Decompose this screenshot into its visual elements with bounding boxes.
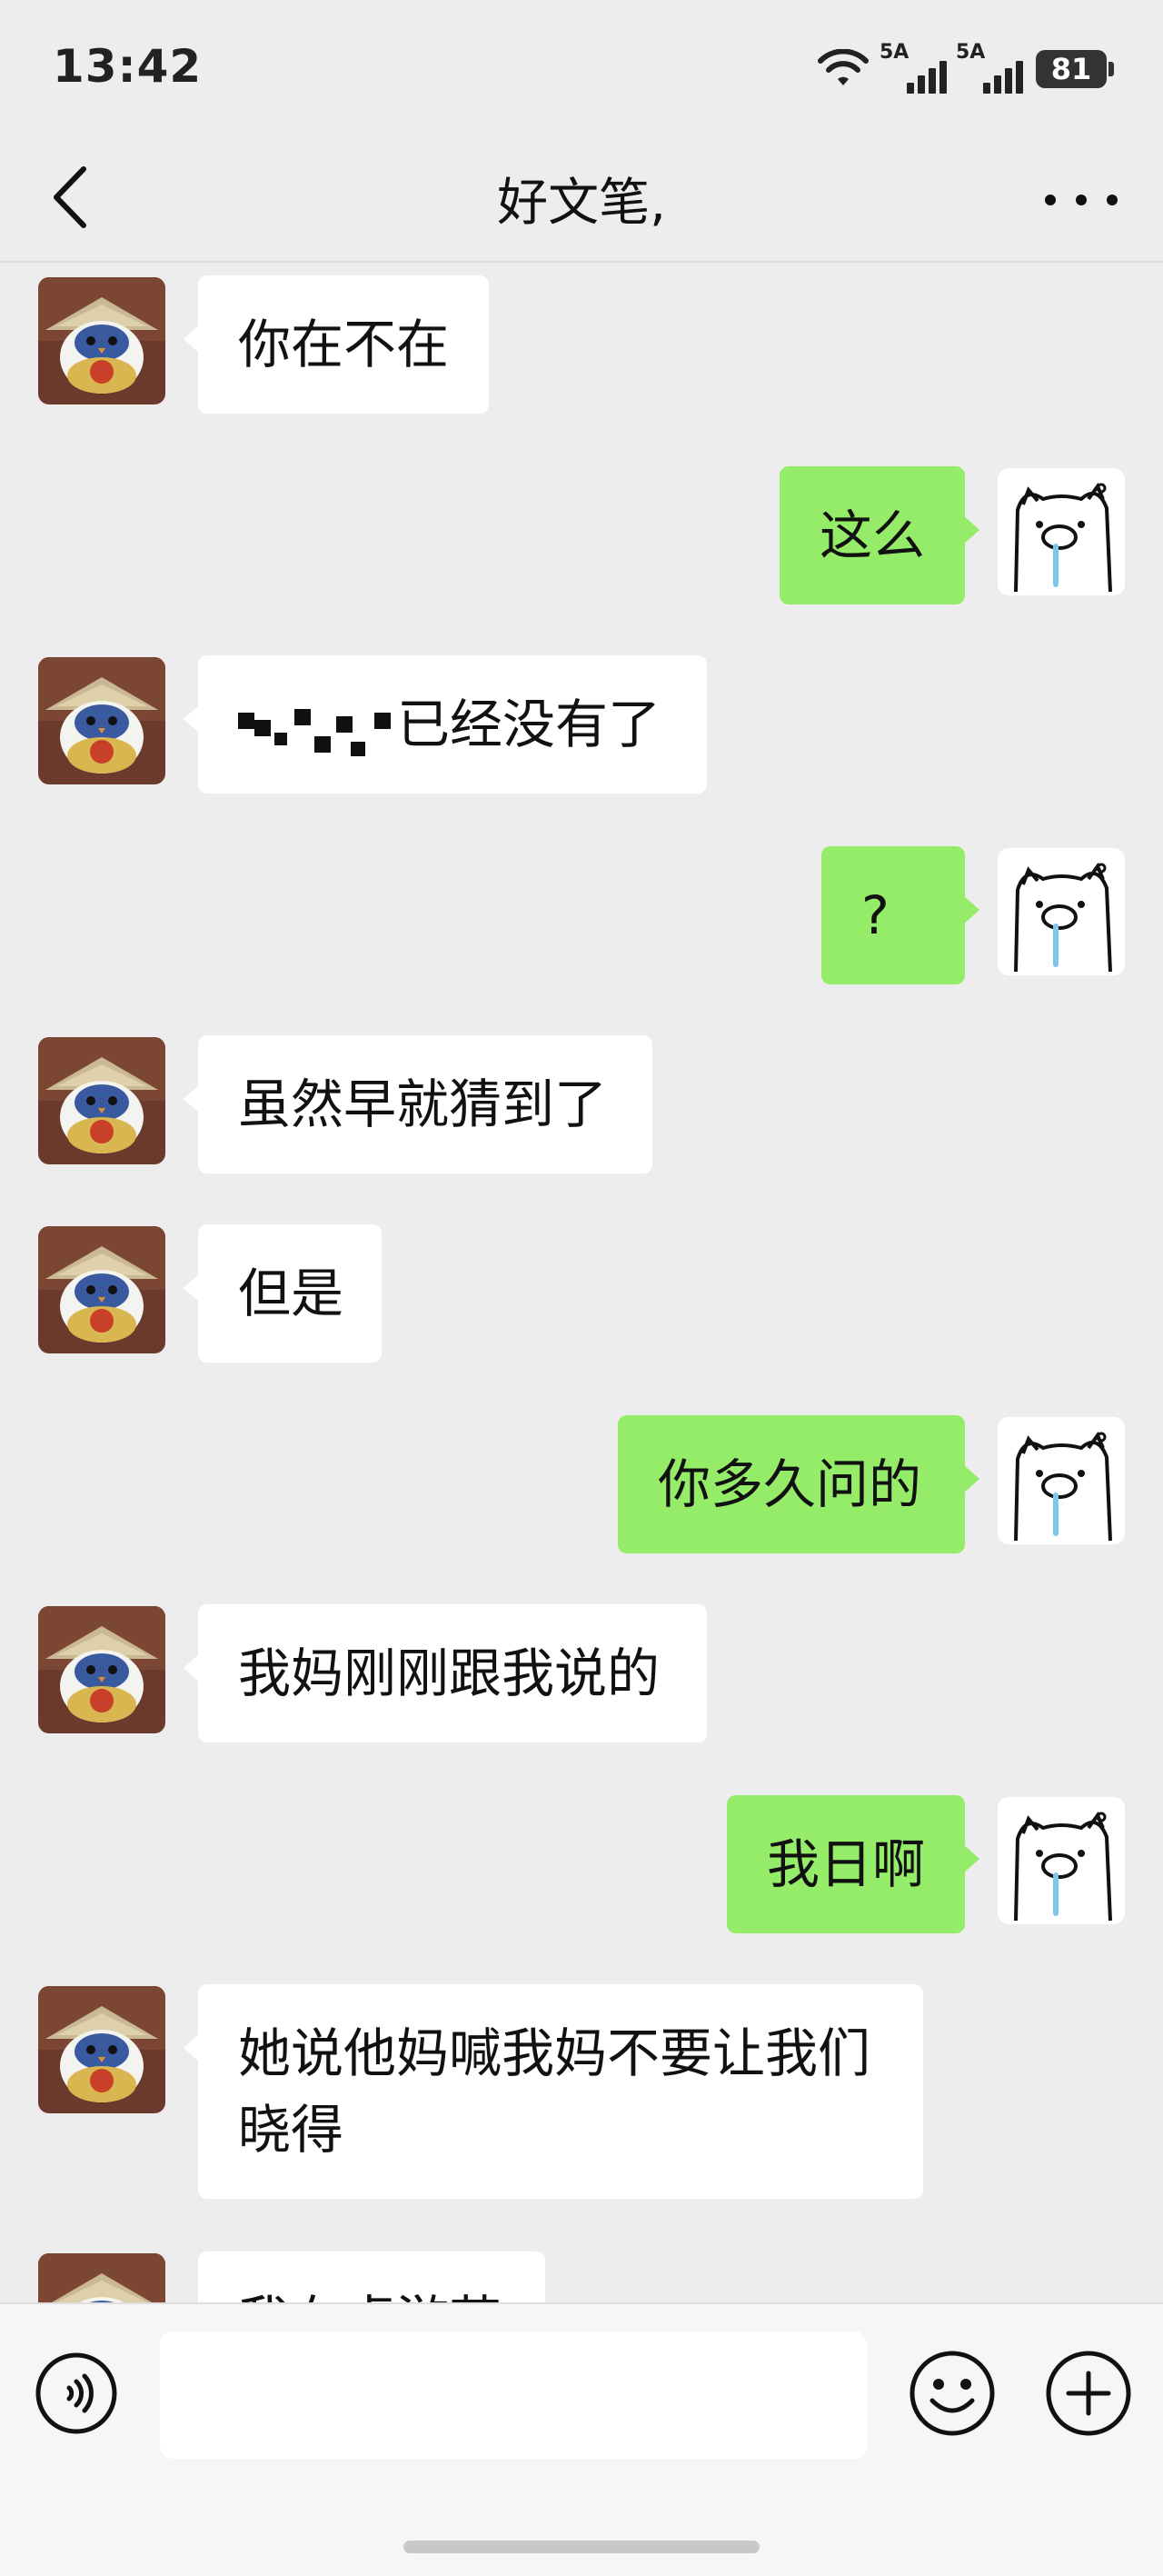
message-row: 虽然早就猜到了 (0, 1035, 1163, 1173)
contact-avatar[interactable] (38, 1986, 165, 2113)
network-type-label: 5A (956, 41, 986, 64)
message-text: 你在不在 (238, 314, 450, 375)
incoming-message-bubble[interactable]: 她说他妈喊我妈不要让我们晓得 (184, 1984, 923, 2199)
status-bar: 13:42 5A 5A 81 (0, 0, 1163, 136)
chat-header: 好文笔, (0, 136, 1163, 263)
more-button[interactable] (1045, 173, 1118, 227)
message-text: 虽然早就猜到了 (238, 1073, 608, 1135)
chat-title: 好文笔, (497, 174, 666, 233)
message-row: ? (0, 846, 1163, 984)
message-row: 你多久问的 (0, 1415, 1163, 1553)
message-text: ? (861, 884, 890, 946)
contact-avatar[interactable] (38, 277, 165, 404)
voice-button[interactable] (35, 2351, 118, 2435)
message-text: 我日啊 (767, 1833, 926, 1895)
status-time: 13:42 (53, 40, 203, 93)
message-row: 但是 (0, 1224, 1163, 1363)
home-indicator[interactable] (403, 2541, 760, 2553)
incoming-message-bubble[interactable]: 我妈刚刚跟我说的 (184, 1604, 707, 1742)
message-row: 已经没有了 (0, 655, 1163, 794)
my-avatar[interactable] (998, 468, 1125, 595)
voice-icon (35, 2352, 117, 2434)
message-row: 这么 (0, 466, 1163, 604)
contact-avatar[interactable] (38, 657, 165, 784)
message-row: 你在不在 (0, 275, 1163, 414)
chat-message-list[interactable]: 你在不在这么已经没有了? 虽然早就猜到了 但是你多久问的我妈刚刚跟我说的我日啊她说他… (0, 263, 1163, 2302)
incoming-message-bubble[interactable]: 我在桌游若 (184, 2252, 545, 2302)
outgoing-message-bubble[interactable]: 你多久问的 (618, 1415, 979, 1553)
incoming-message-bubble[interactable]: 你在不在 (184, 275, 489, 414)
battery-icon: 81 (1036, 50, 1107, 88)
outgoing-message-bubble[interactable]: ? (821, 846, 979, 984)
contact-avatar[interactable] (38, 2253, 165, 2302)
message-text: 你多久问的 (658, 1453, 922, 1515)
my-avatar[interactable] (998, 1797, 1125, 1924)
message-text: 我在桌游若 (238, 2290, 502, 2302)
outgoing-message-bubble[interactable]: 我日啊 (727, 1795, 979, 1933)
network-type-label: 5A (880, 41, 910, 64)
contact-avatar[interactable] (38, 1226, 165, 1353)
message-row: 我日啊 (0, 1795, 1163, 1933)
message-text: 但是 (238, 1263, 344, 1324)
battery-nub (1108, 62, 1114, 76)
plus-icon (1046, 2351, 1131, 2436)
input-bar (0, 2302, 1163, 2576)
message-row: 我妈刚刚跟我说的 (0, 1604, 1163, 1742)
emoji-icon (910, 2351, 995, 2436)
message-text: 她说他妈喊我妈不要让我们晓得 (238, 2022, 871, 2161)
message-row: 我在桌游若 (0, 2252, 1163, 2302)
emoji-button[interactable] (907, 2348, 998, 2439)
plus-button[interactable] (1043, 2348, 1134, 2439)
signal-icon: 5A (956, 41, 1023, 94)
signal-icon: 5A (880, 41, 947, 94)
contact-avatar[interactable] (38, 1606, 165, 1733)
more-dots-icon (1045, 195, 1056, 205)
incoming-message-bubble[interactable]: 虽然早就猜到了 (184, 1035, 652, 1173)
system-icons: 5A 5A 81 (816, 41, 1114, 95)
message-text: 我妈刚刚跟我说的 (238, 1642, 661, 1704)
wifi-icon (818, 49, 869, 85)
incoming-message-bubble[interactable]: 已经没有了 (184, 655, 707, 794)
outgoing-message-bubble[interactable]: 这么 (780, 466, 979, 604)
message-text: 已经没有了 (397, 694, 661, 755)
my-avatar[interactable] (998, 848, 1125, 975)
incoming-message-bubble[interactable]: 但是 (184, 1224, 382, 1363)
message-input[interactable] (160, 2331, 867, 2459)
battery-level: 81 (1050, 52, 1092, 86)
message-text: 这么 (820, 504, 926, 566)
message-row: 她说他妈喊我妈不要让我们晓得 (0, 1984, 1163, 2199)
my-avatar[interactable] (998, 1417, 1125, 1544)
contact-avatar[interactable] (38, 1037, 165, 1164)
redacted-text (238, 696, 397, 760)
